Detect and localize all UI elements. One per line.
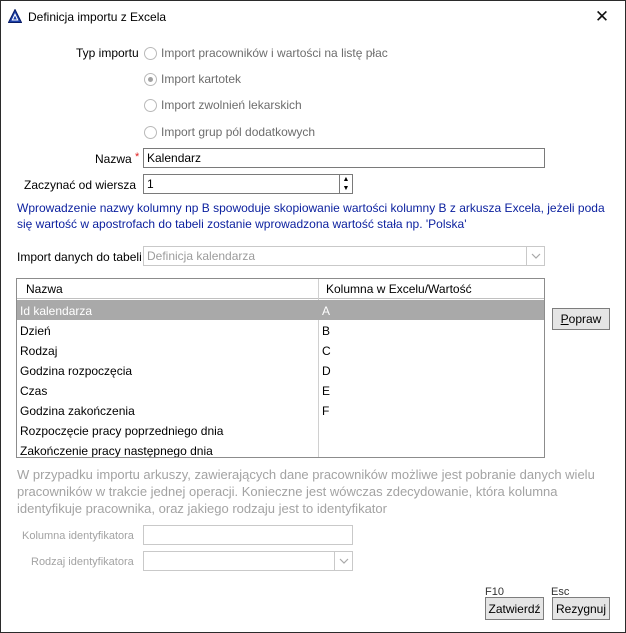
chevron-down-icon xyxy=(526,247,544,265)
import-type-option-label: Import pracowników i wartości na listę p… xyxy=(161,46,388,60)
row-name-cell: Rodzaj xyxy=(20,344,58,358)
table-row[interactable]: Zakończenie pracy następnego dnia xyxy=(17,440,544,458)
confirm-button[interactable]: Zatwierdź xyxy=(485,597,544,620)
window-title: Definicja importu z Excela xyxy=(28,10,167,24)
employee-import-note: W przypadku importu arkuszy, zawierający… xyxy=(17,467,595,516)
spin-down-icon[interactable]: ▼ xyxy=(340,184,352,193)
row-column-cell[interactable]: D xyxy=(322,364,331,378)
table-row[interactable]: Godzina rozpoczęcia D xyxy=(17,360,544,380)
grid-header-column[interactable]: Kolumna w Excelu/Wartość xyxy=(326,282,472,296)
row-column-cell[interactable]: A xyxy=(322,304,330,318)
table-row[interactable]: Dzień B xyxy=(17,320,544,340)
edit-button-label: opraw xyxy=(568,312,602,326)
edit-button[interactable]: Popraw xyxy=(552,308,610,330)
edit-button-mnemonic: P xyxy=(560,312,569,326)
radio-icon[interactable] xyxy=(144,98,157,112)
start-row-input[interactable]: 1 xyxy=(143,174,340,194)
import-type-option-label: Import grup pól dodatkowych xyxy=(161,125,316,139)
id-column-input[interactable] xyxy=(143,525,353,545)
grid-header: Nazwa Kolumna w Excelu/Wartość xyxy=(17,279,544,299)
app-triangle-icon xyxy=(8,9,22,23)
chevron-down-icon xyxy=(334,552,352,570)
name-label: Nazwa xyxy=(95,152,132,166)
grid-header-name[interactable]: Nazwa xyxy=(26,282,63,296)
target-table-label: Import danych do tabeli xyxy=(17,250,142,264)
start-row-spinner: ▲ ▼ xyxy=(339,174,353,194)
import-type-option[interactable]: Import pracowników i wartości na listę p… xyxy=(144,46,388,60)
row-name-cell: Zakończenie pracy następnego dnia xyxy=(20,444,213,458)
import-type-option[interactable]: Import kartotek xyxy=(144,72,241,86)
import-type-option-label: Import kartotek xyxy=(161,72,242,86)
row-name-cell: Id kalendarza xyxy=(20,304,93,318)
radio-icon[interactable] xyxy=(144,72,157,86)
row-name-cell: Czas xyxy=(20,384,48,398)
table-row[interactable]: Id kalendarza A xyxy=(17,300,544,320)
close-icon[interactable]: ✕ xyxy=(579,1,625,32)
grid-header-divider xyxy=(318,279,319,299)
row-name-cell: Dzień xyxy=(20,324,51,338)
id-column-label: Kolumna identyfikatora xyxy=(22,530,134,542)
target-table-value: Definicja kalendarza xyxy=(147,249,256,263)
import-type-option-label: Import zwolnień lekarskich xyxy=(161,98,302,112)
name-input[interactable]: Kalendarz xyxy=(143,148,545,168)
import-type-option[interactable]: Import grup pól dodatkowych xyxy=(144,125,315,139)
table-row[interactable]: Rozpoczęcie pracy poprzedniego dnia xyxy=(17,420,544,440)
title-bar: Definicja importu z Excela ✕ xyxy=(1,1,625,32)
row-column-cell[interactable]: C xyxy=(322,344,331,358)
cancel-button[interactable]: Rezygnuj xyxy=(552,597,610,620)
table-row[interactable]: Rodzaj C xyxy=(17,340,544,360)
id-type-select[interactable] xyxy=(143,551,353,571)
mapping-grid[interactable]: Nazwa Kolumna w Excelu/Wartość Id kalend… xyxy=(16,278,545,458)
row-name-cell: Godzina rozpoczęcia xyxy=(20,364,133,378)
radio-icon[interactable] xyxy=(144,125,157,139)
required-marker: * xyxy=(135,151,140,163)
row-name-cell: Godzina zakończenia xyxy=(20,404,135,418)
spin-up-icon[interactable]: ▲ xyxy=(340,175,352,184)
import-type-label: Typ importu xyxy=(76,46,139,60)
radio-icon[interactable] xyxy=(144,46,157,60)
import-type-option[interactable]: Import zwolnień lekarskich xyxy=(144,98,302,112)
row-column-cell[interactable]: F xyxy=(322,404,329,418)
import-definition-dialog: Definicja importu z Excela ✕ Typ importu… xyxy=(0,0,626,633)
target-table-select[interactable]: Definicja kalendarza xyxy=(143,246,545,266)
row-name-cell: Rozpoczęcie pracy poprzedniego dnia xyxy=(20,424,224,438)
start-row-label: Zaczynać od wiersza xyxy=(24,178,137,192)
column-info-text: Wprowadzenie nazwy kolumny np B spowoduj… xyxy=(17,201,605,231)
id-type-label: Rodzaj identyfikatora xyxy=(31,556,134,568)
table-row[interactable]: Godzina zakończenia F xyxy=(17,400,544,420)
table-row[interactable]: Czas E xyxy=(17,380,544,400)
row-column-cell[interactable]: E xyxy=(322,384,330,398)
row-column-cell[interactable]: B xyxy=(322,324,330,338)
